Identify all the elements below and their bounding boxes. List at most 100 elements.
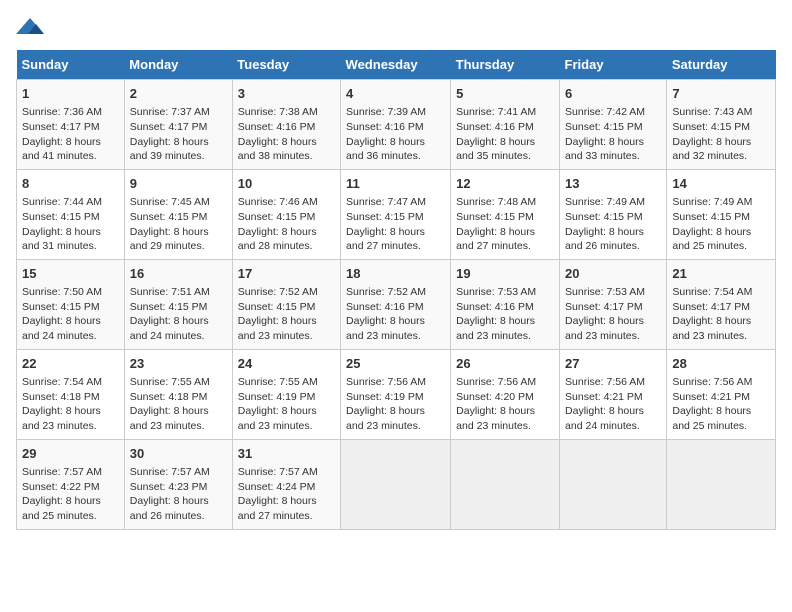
calendar-week-row: 1 Sunrise: 7:36 AMSunset: 4:17 PMDaylight…	[17, 80, 776, 170]
day-number: 1	[22, 85, 119, 103]
day-info: Sunrise: 7:51 AMSunset: 4:15 PMDaylight:…	[130, 285, 227, 344]
calendar-week-row: 22 Sunrise: 7:54 AMSunset: 4:18 PMDayligh…	[17, 349, 776, 439]
day-info: Sunrise: 7:55 AMSunset: 4:18 PMDaylight:…	[130, 375, 227, 434]
day-number: 5	[456, 85, 554, 103]
day-info: Sunrise: 7:54 AMSunset: 4:18 PMDaylight:…	[22, 375, 119, 434]
calendar-day-cell: 29 Sunrise: 7:57 AMSunset: 4:22 PMDayligh…	[17, 439, 125, 529]
calendar-day-header: Wednesday	[341, 50, 451, 80]
calendar-day-cell: 31 Sunrise: 7:57 AMSunset: 4:24 PMDayligh…	[232, 439, 340, 529]
day-info: Sunrise: 7:50 AMSunset: 4:15 PMDaylight:…	[22, 285, 119, 344]
day-number: 21	[672, 265, 770, 283]
day-info: Sunrise: 7:56 AMSunset: 4:21 PMDaylight:…	[565, 375, 661, 434]
day-number: 9	[130, 175, 227, 193]
day-info: Sunrise: 7:42 AMSunset: 4:15 PMDaylight:…	[565, 105, 661, 164]
calendar-day-cell	[341, 439, 451, 529]
day-number: 26	[456, 355, 554, 373]
day-info: Sunrise: 7:49 AMSunset: 4:15 PMDaylight:…	[672, 195, 770, 254]
calendar-day-cell: 13 Sunrise: 7:49 AMSunset: 4:15 PMDayligh…	[560, 169, 667, 259]
day-info: Sunrise: 7:54 AMSunset: 4:17 PMDaylight:…	[672, 285, 770, 344]
calendar-day-cell: 16 Sunrise: 7:51 AMSunset: 4:15 PMDayligh…	[124, 259, 232, 349]
day-number: 23	[130, 355, 227, 373]
calendar-header-row: SundayMondayTuesdayWednesdayThursdayFrid…	[17, 50, 776, 80]
day-info: Sunrise: 7:47 AMSunset: 4:15 PMDaylight:…	[346, 195, 445, 254]
calendar-day-cell: 23 Sunrise: 7:55 AMSunset: 4:18 PMDayligh…	[124, 349, 232, 439]
calendar-week-row: 8 Sunrise: 7:44 AMSunset: 4:15 PMDaylight…	[17, 169, 776, 259]
day-info: Sunrise: 7:49 AMSunset: 4:15 PMDaylight:…	[565, 195, 661, 254]
day-info: Sunrise: 7:56 AMSunset: 4:20 PMDaylight:…	[456, 375, 554, 434]
calendar-week-row: 29 Sunrise: 7:57 AMSunset: 4:22 PMDayligh…	[17, 439, 776, 529]
logo-icon	[16, 16, 44, 38]
day-info: Sunrise: 7:55 AMSunset: 4:19 PMDaylight:…	[238, 375, 335, 434]
day-info: Sunrise: 7:53 AMSunset: 4:17 PMDaylight:…	[565, 285, 661, 344]
day-number: 29	[22, 445, 119, 463]
day-info: Sunrise: 7:44 AMSunset: 4:15 PMDaylight:…	[22, 195, 119, 254]
calendar-day-cell	[667, 439, 776, 529]
day-number: 14	[672, 175, 770, 193]
day-info: Sunrise: 7:48 AMSunset: 4:15 PMDaylight:…	[456, 195, 554, 254]
day-number: 28	[672, 355, 770, 373]
day-number: 19	[456, 265, 554, 283]
day-number: 13	[565, 175, 661, 193]
day-number: 3	[238, 85, 335, 103]
calendar-table: SundayMondayTuesdayWednesdayThursdayFrid…	[16, 50, 776, 530]
day-number: 16	[130, 265, 227, 283]
day-number: 10	[238, 175, 335, 193]
calendar-day-header: Friday	[560, 50, 667, 80]
day-number: 18	[346, 265, 445, 283]
calendar-day-cell: 10Sunrise: 7:46 AMSunset: 4:15 PMDayligh…	[232, 169, 340, 259]
calendar-day-cell: 12Sunrise: 7:48 AMSunset: 4:15 PMDayligh…	[451, 169, 560, 259]
calendar-day-cell: 30Sunrise: 7:57 AMSunset: 4:23 PMDayligh…	[124, 439, 232, 529]
day-info: Sunrise: 7:52 AMSunset: 4:16 PMDaylight:…	[346, 285, 445, 344]
day-info: Sunrise: 7:53 AMSunset: 4:16 PMDaylight:…	[456, 285, 554, 344]
calendar-day-cell: 15 Sunrise: 7:50 AMSunset: 4:15 PMDayligh…	[17, 259, 125, 349]
calendar-day-cell: 5Sunrise: 7:41 AMSunset: 4:16 PMDaylight…	[451, 80, 560, 170]
calendar-day-cell: 24 Sunrise: 7:55 AMSunset: 4:19 PMDayligh…	[232, 349, 340, 439]
calendar-day-header: Tuesday	[232, 50, 340, 80]
calendar-day-cell: 28 Sunrise: 7:56 AMSunset: 4:21 PMDayligh…	[667, 349, 776, 439]
calendar-day-cell	[451, 439, 560, 529]
day-info: Sunrise: 7:57 AMSunset: 4:24 PMDaylight:…	[238, 465, 335, 524]
day-info: Sunrise: 7:57 AMSunset: 4:22 PMDaylight:…	[22, 465, 119, 524]
day-number: 22	[22, 355, 119, 373]
calendar-day-cell: 9 Sunrise: 7:45 AMSunset: 4:15 PMDaylight…	[124, 169, 232, 259]
day-info: Sunrise: 7:57 AMSunset: 4:23 PMDaylight:…	[130, 465, 227, 524]
day-number: 4	[346, 85, 445, 103]
calendar-day-header: Saturday	[667, 50, 776, 80]
calendar-day-cell: 7Sunrise: 7:43 AMSunset: 4:15 PMDaylight…	[667, 80, 776, 170]
day-number: 6	[565, 85, 661, 103]
day-number: 24	[238, 355, 335, 373]
day-number: 2	[130, 85, 227, 103]
calendar-day-cell: 6 Sunrise: 7:42 AMSunset: 4:15 PMDaylight…	[560, 80, 667, 170]
day-info: Sunrise: 7:38 AMSunset: 4:16 PMDaylight:…	[238, 105, 335, 164]
day-info: Sunrise: 7:45 AMSunset: 4:15 PMDaylight:…	[130, 195, 227, 254]
day-info: Sunrise: 7:39 AMSunset: 4:16 PMDaylight:…	[346, 105, 445, 164]
day-number: 15	[22, 265, 119, 283]
calendar-day-cell: 8 Sunrise: 7:44 AMSunset: 4:15 PMDaylight…	[17, 169, 125, 259]
calendar-day-cell: 11Sunrise: 7:47 AMSunset: 4:15 PMDayligh…	[341, 169, 451, 259]
calendar-day-cell: 1 Sunrise: 7:36 AMSunset: 4:17 PMDaylight…	[17, 80, 125, 170]
day-info: Sunrise: 7:52 AMSunset: 4:15 PMDaylight:…	[238, 285, 335, 344]
day-info: Sunrise: 7:56 AMSunset: 4:21 PMDaylight:…	[672, 375, 770, 434]
day-info: Sunrise: 7:36 AMSunset: 4:17 PMDaylight:…	[22, 105, 119, 164]
calendar-day-cell: 18 Sunrise: 7:52 AMSunset: 4:16 PMDayligh…	[341, 259, 451, 349]
day-info: Sunrise: 7:43 AMSunset: 4:15 PMDaylight:…	[672, 105, 770, 164]
page-header	[16, 16, 776, 38]
day-number: 31	[238, 445, 335, 463]
day-number: 25	[346, 355, 445, 373]
calendar-day-cell: 14 Sunrise: 7:49 AMSunset: 4:15 PMDayligh…	[667, 169, 776, 259]
calendar-day-cell	[560, 439, 667, 529]
calendar-day-cell: 22 Sunrise: 7:54 AMSunset: 4:18 PMDayligh…	[17, 349, 125, 439]
day-info: Sunrise: 7:56 AMSunset: 4:19 PMDaylight:…	[346, 375, 445, 434]
calendar-day-header: Sunday	[17, 50, 125, 80]
calendar-week-row: 15 Sunrise: 7:50 AMSunset: 4:15 PMDayligh…	[17, 259, 776, 349]
day-number: 20	[565, 265, 661, 283]
calendar-day-header: Monday	[124, 50, 232, 80]
calendar-day-cell: 19 Sunrise: 7:53 AMSunset: 4:16 PMDayligh…	[451, 259, 560, 349]
calendar-day-cell: 20 Sunrise: 7:53 AMSunset: 4:17 PMDayligh…	[560, 259, 667, 349]
calendar-day-cell: 27Sunrise: 7:56 AMSunset: 4:21 PMDayligh…	[560, 349, 667, 439]
calendar-day-cell: 4 Sunrise: 7:39 AMSunset: 4:16 PMDaylight…	[341, 80, 451, 170]
calendar-day-cell: 17 Sunrise: 7:52 AMSunset: 4:15 PMDayligh…	[232, 259, 340, 349]
logo	[16, 16, 48, 38]
day-number: 8	[22, 175, 119, 193]
day-number: 17	[238, 265, 335, 283]
